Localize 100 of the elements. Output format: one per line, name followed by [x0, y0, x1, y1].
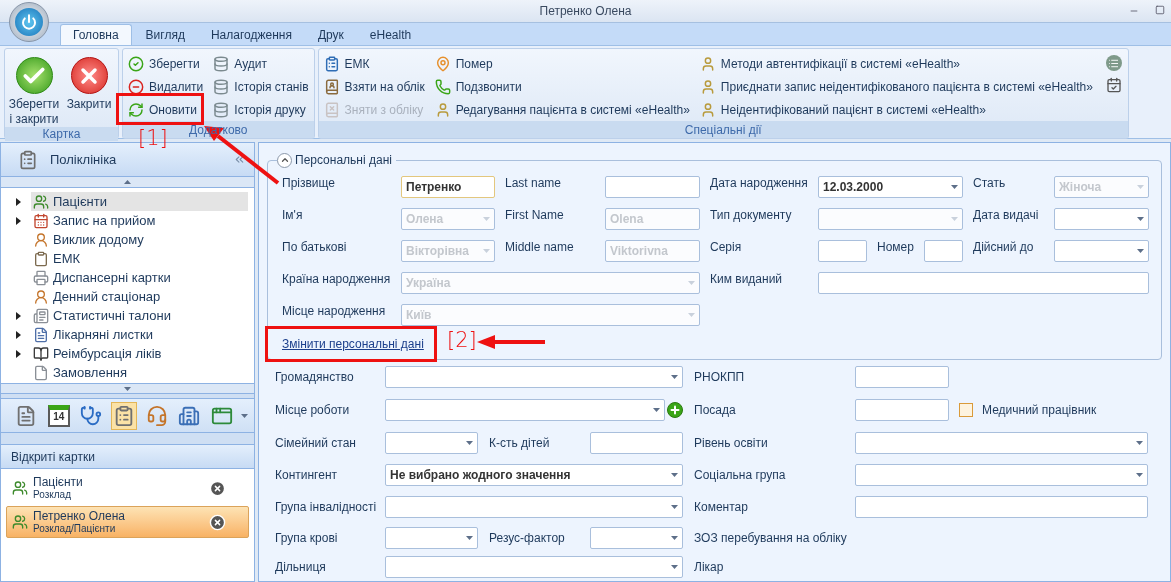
- caret-icon: [1137, 249, 1144, 253]
- checkbox[interactable]: [959, 403, 973, 417]
- stethoscope-icon: [80, 404, 103, 427]
- text-field[interactable]: [590, 432, 683, 454]
- book-icon: [323, 101, 340, 118]
- collapsed-arrow-icon[interactable]: [16, 216, 21, 225]
- combo-box[interactable]: 12.03.2000: [818, 176, 963, 198]
- field-label: Прізвище: [282, 175, 336, 192]
- ribbon-button[interactable]: Закрити: [62, 52, 116, 112]
- calendar-button[interactable]: [1105, 77, 1122, 93]
- scroll-up-button[interactable]: [1, 177, 254, 188]
- text-field[interactable]: [818, 240, 867, 262]
- combo-box[interactable]: [385, 366, 683, 388]
- caret-icon: [466, 441, 473, 445]
- ribbon-button[interactable]: Оновити: [125, 98, 207, 121]
- caret-icon: [951, 217, 958, 221]
- collapsed-arrow-icon[interactable]: [16, 197, 21, 206]
- field-label: Група крові: [275, 529, 339, 547]
- combo-box[interactable]: [385, 495, 683, 518]
- ribbon-tab[interactable]: eHealth: [357, 24, 424, 45]
- ribbon-button[interactable]: Неідентифікований пацієнт в системі «eHealth»: [696, 98, 1096, 121]
- tree-item[interactable]: Диспансерні картки: [31, 268, 248, 287]
- list-button[interactable]: [1105, 55, 1122, 71]
- collapse-button[interactable]: [277, 152, 292, 168]
- group-title: Спеціальні дії: [684, 122, 762, 137]
- ribbon-button[interactable]: Історія станів: [210, 75, 312, 98]
- change-personal-data-link[interactable]: Змінити персональні дані: [282, 335, 424, 353]
- ribbon-button[interactable]: Подзвонити: [431, 75, 693, 98]
- text-field[interactable]: Петренко: [401, 176, 495, 198]
- text-field[interactable]: [855, 495, 1148, 518]
- headset-icon: [145, 404, 168, 427]
- field-label: Соціальна група: [694, 467, 787, 484]
- tree-item[interactable]: Реімбурсація ліків: [31, 344, 248, 363]
- card-subtitle: Розклад: [33, 490, 72, 500]
- field-label: Рівень освіти: [694, 435, 769, 452]
- caret-icon: [466, 535, 473, 540]
- field-label: Місце роботи: [275, 402, 351, 419]
- text-field[interactable]: [924, 240, 963, 262]
- ribbon-button[interactable]: Зберегти: [125, 52, 207, 75]
- tree-item[interactable]: Пацієнти: [31, 192, 248, 211]
- combo-box[interactable]: [855, 432, 1148, 454]
- tree-item[interactable]: Замовлення: [31, 363, 248, 382]
- tree-item[interactable]: ЕМК: [31, 249, 248, 268]
- combo-box[interactable]: [855, 464, 1148, 486]
- field-label: Місце народження: [282, 303, 387, 320]
- ribbon-tab[interactable]: Головна: [60, 24, 132, 45]
- ribbon-button[interactable]: Помер: [431, 52, 693, 75]
- text-field[interactable]: [855, 366, 949, 388]
- ribbon-tab[interactable]: Вигляд: [133, 24, 197, 45]
- close-icon[interactable]: [209, 479, 226, 497]
- close-icon[interactable]: [209, 513, 226, 531]
- window-title: Петренко Олена: [539, 3, 632, 20]
- ribbon-button[interactable]: Історія друку: [210, 98, 312, 121]
- combo-box[interactable]: [385, 556, 683, 578]
- toolbar-button[interactable]: [110, 401, 138, 430]
- users-icon: [12, 480, 28, 496]
- field-label: Сімейний стан: [275, 435, 357, 452]
- combo-box[interactable]: [1054, 208, 1149, 230]
- field-label: Країна народження: [282, 271, 392, 288]
- caret-icon: [124, 180, 131, 184]
- annotation-label: [2]: [447, 330, 477, 351]
- text-field[interactable]: [605, 176, 700, 198]
- caret-icon: [688, 281, 695, 285]
- caret-icon: [671, 504, 678, 509]
- ribbon-button[interactable]: Видалити: [125, 75, 207, 98]
- ribbon-button[interactable]: Зберегти і закрити: [7, 52, 61, 127]
- collapsed-arrow-icon[interactable]: [16, 311, 21, 320]
- text-field[interactable]: [818, 272, 1149, 294]
- ribbon-button[interactable]: Аудит: [210, 52, 312, 75]
- field-label: Лікар: [694, 559, 725, 576]
- tree-item[interactable]: Лікарняні листки: [31, 325, 248, 344]
- combo-box[interactable]: [590, 526, 683, 549]
- ribbon-button[interactable]: Взяти на облік: [320, 75, 428, 98]
- collapsed-arrow-icon[interactable]: [16, 330, 21, 339]
- ribbon-button[interactable]: Методи автентифікації в системі «eHealth»: [696, 52, 1096, 75]
- open-card[interactable]: Петренко Олена Розклад/Пацієнти: [6, 506, 249, 538]
- power-icon: [21, 14, 37, 30]
- tree-item[interactable]: Статистичні талони: [31, 306, 248, 325]
- minus-circle-icon: [128, 78, 144, 95]
- tree-item[interactable]: Запис на прийом: [31, 211, 248, 230]
- caret-icon: [1137, 217, 1144, 221]
- caret-icon: [1136, 441, 1143, 445]
- combo-box[interactable]: [1054, 240, 1149, 262]
- open-card[interactable]: Пацієнти Розклад: [6, 472, 249, 504]
- tree-item[interactable]: Денний стаціонар: [31, 287, 248, 306]
- text-field[interactable]: [855, 399, 949, 421]
- ribbon-tab[interactable]: Налагодження: [198, 24, 304, 45]
- combo-box[interactable]: [385, 432, 478, 454]
- combo-box[interactable]: [385, 526, 478, 549]
- ribbon-button[interactable]: ЕМК: [320, 52, 428, 75]
- combo-box[interactable]: Не вибрано жодного значення: [385, 464, 683, 486]
- caret-icon: [671, 375, 678, 379]
- ribbon-button[interactable]: Редагування пацієнта в системі «eHealth»: [431, 98, 693, 121]
- collapsed-arrow-icon[interactable]: [16, 349, 21, 358]
- ribbon-tab[interactable]: Друк: [305, 24, 356, 45]
- ribbon-button[interactable]: Приєднати запис неідентифікованого пацієнта в системі «eHealth»: [696, 75, 1096, 98]
- maximize-button[interactable]: [1153, 4, 1167, 16]
- scroll-down-button[interactable]: [1, 383, 254, 393]
- add-button[interactable]: [667, 402, 683, 418]
- tree-item[interactable]: Виклик додому: [31, 230, 248, 249]
